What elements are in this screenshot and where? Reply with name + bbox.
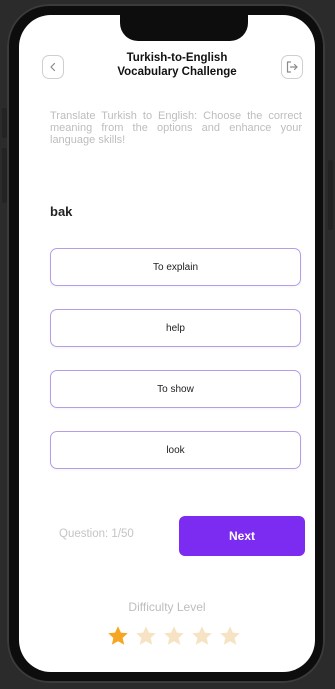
header: Turkish-to-English Vocabulary Challenge: [19, 51, 315, 91]
instructions-text: Translate Turkish to English: Choose the…: [50, 110, 302, 146]
app-screen: Turkish-to-English Vocabulary Challenge …: [19, 15, 315, 672]
star-icon[interactable]: [218, 624, 242, 648]
camera-notch: [120, 15, 248, 41]
exit-button[interactable]: [281, 55, 303, 79]
chevron-left-icon: [50, 62, 56, 72]
answer-option-4[interactable]: look: [50, 431, 301, 469]
back-button[interactable]: [42, 55, 64, 79]
answer-option-3[interactable]: To show: [50, 370, 301, 408]
question-footer: Question: 1/50 Next: [19, 516, 315, 556]
difficulty-label: Difficulty Level: [128, 600, 206, 614]
star-icon[interactable]: [162, 624, 186, 648]
difficulty-rating[interactable]: [106, 624, 246, 648]
page-title: Turkish-to-English Vocabulary Challenge: [79, 51, 275, 79]
title-line-1: Turkish-to-English: [126, 52, 228, 64]
answer-option-2[interactable]: help: [50, 309, 301, 347]
star-icon[interactable]: [106, 624, 130, 648]
logout-icon: [286, 61, 298, 73]
title-line-2: Vocabulary Challenge: [117, 66, 237, 78]
turkish-word: bak: [50, 204, 73, 219]
star-icon[interactable]: [134, 624, 158, 648]
star-icon[interactable]: [190, 624, 214, 648]
device-stage: Turkish-to-English Vocabulary Challenge …: [0, 0, 335, 689]
answer-option-1[interactable]: To explain: [50, 248, 301, 286]
power-button: [328, 160, 333, 230]
question-counter: Question: 1/50: [59, 528, 134, 540]
next-button[interactable]: Next: [179, 516, 305, 556]
